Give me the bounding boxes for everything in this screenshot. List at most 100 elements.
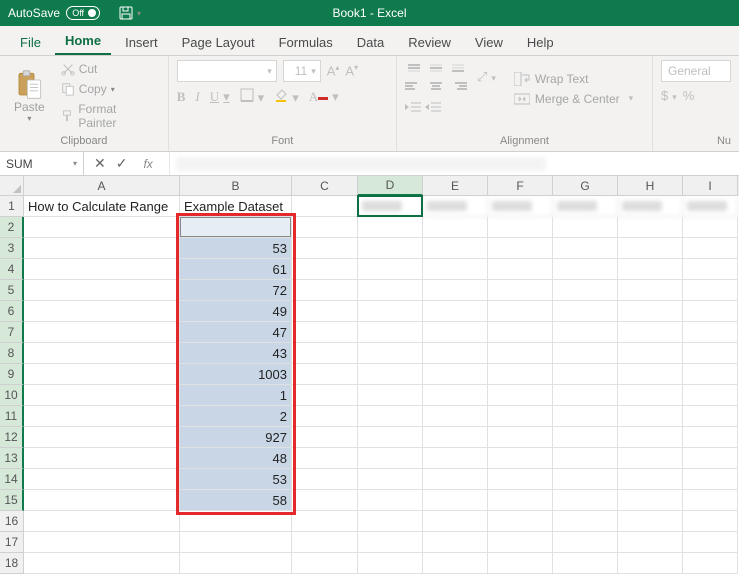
cell-E12[interactable]: [423, 427, 488, 448]
cell-D3[interactable]: [358, 238, 423, 259]
cell-H1[interactable]: [618, 196, 683, 217]
cell-B4[interactable]: 61: [180, 259, 292, 280]
cell-G16[interactable]: [553, 511, 618, 532]
row-header-9[interactable]: 9: [0, 364, 24, 385]
col-header-C[interactable]: C: [292, 176, 358, 196]
cell-D15[interactable]: [358, 490, 423, 511]
cell-A5[interactable]: [24, 280, 180, 301]
cell-A6[interactable]: [24, 301, 180, 322]
cell-I15[interactable]: [683, 490, 738, 511]
cell-D12[interactable]: [358, 427, 423, 448]
cell-D1[interactable]: [358, 196, 423, 217]
cell-G8[interactable]: [553, 343, 618, 364]
border-button[interactable]: ▾: [240, 88, 265, 106]
cell-D8[interactable]: [358, 343, 423, 364]
col-header-D[interactable]: D: [358, 176, 423, 196]
cell-E15[interactable]: [423, 490, 488, 511]
cell-G9[interactable]: [553, 364, 618, 385]
cell-H9[interactable]: [618, 364, 683, 385]
tab-file[interactable]: File: [10, 29, 51, 55]
fx-label[interactable]: fx: [137, 157, 158, 171]
cell-A3[interactable]: [24, 238, 180, 259]
cell-I18[interactable]: [683, 553, 738, 574]
cell-F2[interactable]: [488, 217, 553, 238]
tab-insert[interactable]: Insert: [115, 29, 168, 55]
cell-I9[interactable]: [683, 364, 738, 385]
cell-F9[interactable]: [488, 364, 553, 385]
cell-D9[interactable]: [358, 364, 423, 385]
cell-I11[interactable]: [683, 406, 738, 427]
cell-B8[interactable]: 43: [180, 343, 292, 364]
cell-C6[interactable]: [292, 301, 358, 322]
cell-H17[interactable]: [618, 532, 683, 553]
cell-I10[interactable]: [683, 385, 738, 406]
cell-B9[interactable]: 1003: [180, 364, 292, 385]
font-size-dropdown[interactable]: 11▾: [283, 60, 321, 82]
cell-I8[interactable]: [683, 343, 738, 364]
cell-C8[interactable]: [292, 343, 358, 364]
cell-A1[interactable]: How to Calculate Range: [24, 196, 180, 217]
cell-E1[interactable]: [423, 196, 488, 217]
cell-C10[interactable]: [292, 385, 358, 406]
cell-E7[interactable]: [423, 322, 488, 343]
row-header-13[interactable]: 13: [0, 448, 24, 469]
col-header-A[interactable]: A: [24, 176, 180, 196]
cell-F15[interactable]: [488, 490, 553, 511]
cell-E6[interactable]: [423, 301, 488, 322]
cell-G4[interactable]: [553, 259, 618, 280]
cell-E14[interactable]: [423, 469, 488, 490]
cell-C13[interactable]: [292, 448, 358, 469]
cell-A13[interactable]: [24, 448, 180, 469]
cell-C17[interactable]: [292, 532, 358, 553]
cell-C16[interactable]: [292, 511, 358, 532]
col-header-I[interactable]: I: [683, 176, 738, 196]
cell-D4[interactable]: [358, 259, 423, 280]
cell-A10[interactable]: [24, 385, 180, 406]
tab-review[interactable]: Review: [398, 29, 461, 55]
cell-F11[interactable]: [488, 406, 553, 427]
cell-H6[interactable]: [618, 301, 683, 322]
tab-home[interactable]: Home: [55, 27, 111, 55]
underline-button[interactable]: U▾: [210, 89, 230, 105]
cell-F4[interactable]: [488, 259, 553, 280]
cell-E9[interactable]: [423, 364, 488, 385]
cell-I6[interactable]: [683, 301, 738, 322]
cell-G2[interactable]: [553, 217, 618, 238]
fill-color-button[interactable]: ▾: [274, 88, 299, 106]
row-header-8[interactable]: 8: [0, 343, 24, 364]
cell-B7[interactable]: 47: [180, 322, 292, 343]
format-painter-button[interactable]: Format Painter: [57, 100, 160, 132]
decrease-indent-button[interactable]: [405, 100, 421, 117]
cell-I4[interactable]: [683, 259, 738, 280]
cell-C9[interactable]: [292, 364, 358, 385]
percent-button[interactable]: %: [683, 88, 695, 103]
cell-G18[interactable]: [553, 553, 618, 574]
cell-I14[interactable]: [683, 469, 738, 490]
cell-H8[interactable]: [618, 343, 683, 364]
cell-E8[interactable]: [423, 343, 488, 364]
cell-B15[interactable]: 58: [180, 490, 292, 511]
cell-D6[interactable]: [358, 301, 423, 322]
cell-F10[interactable]: [488, 385, 553, 406]
cell-G14[interactable]: [553, 469, 618, 490]
cell-G5[interactable]: [553, 280, 618, 301]
cell-B6[interactable]: 49: [180, 301, 292, 322]
cell-H13[interactable]: [618, 448, 683, 469]
col-header-G[interactable]: G: [553, 176, 618, 196]
cell-G10[interactable]: [553, 385, 618, 406]
cell-A18[interactable]: [24, 553, 180, 574]
cell-H3[interactable]: [618, 238, 683, 259]
cell-C15[interactable]: [292, 490, 358, 511]
col-header-F[interactable]: F: [488, 176, 553, 196]
cell-A15[interactable]: [24, 490, 180, 511]
row-header-12[interactable]: 12: [0, 427, 24, 448]
cell-H4[interactable]: [618, 259, 683, 280]
cell-D18[interactable]: [358, 553, 423, 574]
cell-B5[interactable]: 72: [180, 280, 292, 301]
increase-indent-button[interactable]: [425, 100, 441, 117]
cell-B17[interactable]: [180, 532, 292, 553]
cell-E4[interactable]: [423, 259, 488, 280]
col-header-H[interactable]: H: [618, 176, 683, 196]
cell-G1[interactable]: [553, 196, 618, 217]
cell-A7[interactable]: [24, 322, 180, 343]
